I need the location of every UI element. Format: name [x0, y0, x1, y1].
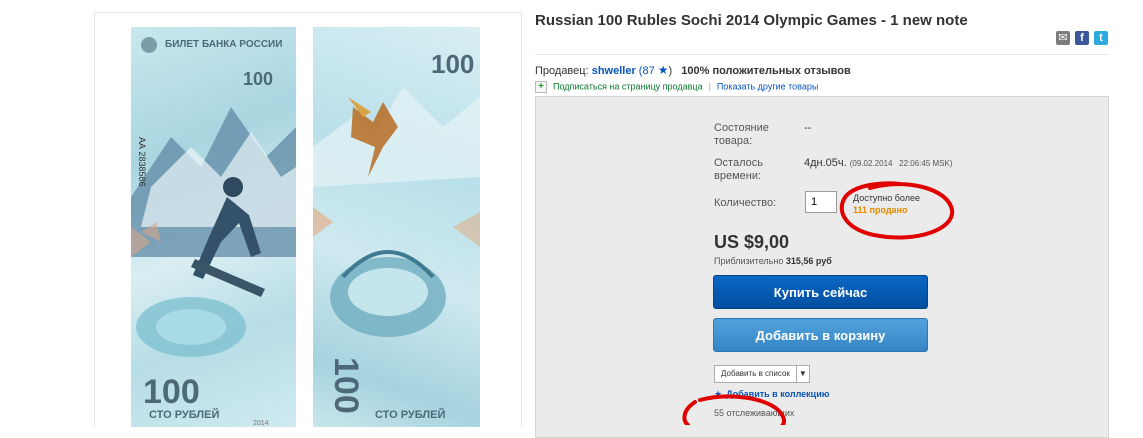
seller-links: + Подписаться на страницу продавца | Показа…: [535, 81, 818, 93]
add-to-list-dropdown[interactable]: Добавить в список ▼: [714, 365, 810, 383]
sold-count[interactable]: 111 продано: [853, 205, 908, 215]
seller-name-link[interactable]: shweller: [592, 65, 636, 77]
item-image-panel[interactable]: БИЛЕТ БАНКА РОССИИ 100 100 СТО РУБЛЕЙ АА…: [94, 12, 522, 427]
banknote-back-image[interactable]: 100 100 СТО РУБЛЕЙ: [313, 27, 480, 427]
note-year: 2014: [253, 420, 269, 427]
follow-seller-link[interactable]: Подписаться на страницу продавца: [553, 81, 703, 91]
facebook-share-icon[interactable]: f: [1075, 31, 1089, 45]
available-text: Доступно более: [853, 193, 920, 203]
add-to-list-label[interactable]: Добавить в список: [715, 366, 797, 382]
feedback-score[interactable]: (87: [639, 65, 655, 77]
listing-title: Russian 100 Rubles Sochi 2014 Olympic Ga…: [535, 12, 968, 29]
other-items-link[interactable]: Показать другие товары: [717, 81, 818, 91]
quantity-input[interactable]: [805, 191, 837, 213]
time-left-end: (09.02.2014 22:06:45 MSK): [849, 159, 953, 168]
time-left-duration: 4дн.05ч.: [804, 157, 847, 169]
condition-value: --: [804, 122, 812, 134]
chevron-down-icon[interactable]: ▼: [797, 366, 809, 382]
quantity-label: Количество:: [714, 197, 777, 209]
note-serial: АА 2838586: [137, 137, 147, 187]
approx-price: Приблизительно 315,56 руб: [714, 256, 832, 266]
email-share-icon[interactable]: ✉: [1056, 31, 1070, 45]
buy-now-button[interactable]: Купить сейчас: [713, 275, 928, 309]
note-front-denomination: 100: [143, 373, 200, 411]
note-bank-text: БИЛЕТ БАНКА РОССИИ: [165, 39, 283, 50]
divider: [535, 54, 1110, 55]
note-back-small-denomination: 100: [431, 49, 475, 79]
link-separator: |: [708, 81, 711, 92]
banknote-front-image[interactable]: БИЛЕТ БАНКА РОССИИ 100 100 СТО РУБЛЕЙ АА…: [131, 27, 296, 427]
time-left-label: Осталось времени:: [714, 157, 763, 182]
star-icon: ★: [657, 63, 669, 77]
watchers-count: 55 отслеживающих: [714, 408, 795, 418]
twitter-share-icon[interactable]: t: [1094, 31, 1108, 45]
plus-icon[interactable]: +: [535, 81, 547, 93]
price: US $9,00: [714, 232, 790, 252]
note-back-words: СТО РУБЛЕЙ: [375, 409, 446, 421]
approx-label: Приблизительно: [714, 256, 784, 266]
buy-box: [535, 96, 1109, 438]
note-small-denomination: 100: [243, 69, 274, 89]
add-to-cart-button[interactable]: Добавить в корзину: [713, 318, 928, 352]
seller-label: Продавец:: [535, 65, 589, 77]
note-front-words: СТО РУБЛЕЙ: [149, 409, 220, 421]
star-icon: ★: [714, 389, 723, 399]
add-to-collection-link[interactable]: ★ Добавить в коллекцию: [714, 389, 829, 400]
time-left-value: 4дн.05ч. (09.02.2014 22:06:45 MSK): [804, 157, 953, 169]
note-back-denomination: 100: [327, 357, 365, 414]
condition-label: Состояние товара:: [714, 122, 769, 147]
feedback-score-close: ): [668, 65, 673, 77]
approx-value: 315,56 руб: [785, 256, 832, 266]
seller-info: Продавец: shweller (87 ★) 100% положител…: [535, 63, 851, 77]
add-to-collection-label[interactable]: Добавить в коллекцию: [726, 389, 829, 399]
feedback-percentage: 100% положительных отзывов: [681, 65, 851, 77]
